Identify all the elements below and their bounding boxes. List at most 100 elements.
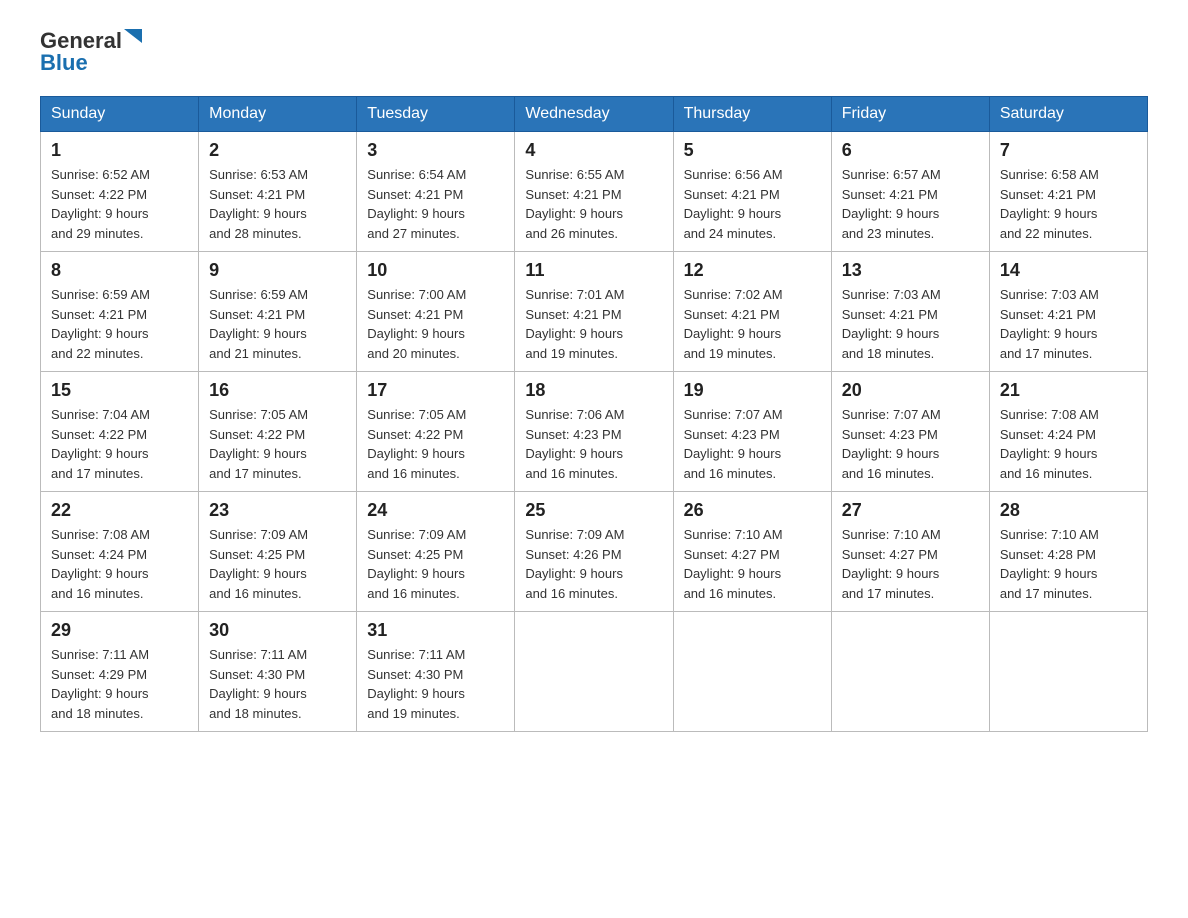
- empty-cell: [831, 612, 989, 732]
- day-info: Sunrise: 7:00 AMSunset: 4:21 PMDaylight:…: [367, 285, 504, 363]
- day-cell-29: 29 Sunrise: 7:11 AMSunset: 4:29 PMDayligh…: [41, 612, 199, 732]
- day-number: 1: [51, 140, 188, 161]
- day-info: Sunrise: 6:59 AMSunset: 4:21 PMDaylight:…: [209, 285, 346, 363]
- day-info: Sunrise: 7:07 AMSunset: 4:23 PMDaylight:…: [842, 405, 979, 483]
- day-cell-31: 31 Sunrise: 7:11 AMSunset: 4:30 PMDayligh…: [357, 612, 515, 732]
- day-cell-7: 7 Sunrise: 6:58 AMSunset: 4:21 PMDaylight…: [989, 132, 1147, 252]
- day-header-monday: Monday: [199, 97, 357, 132]
- day-info: Sunrise: 7:10 AMSunset: 4:27 PMDaylight:…: [684, 525, 821, 603]
- day-number: 28: [1000, 500, 1137, 521]
- day-number: 4: [525, 140, 662, 161]
- day-info: Sunrise: 7:06 AMSunset: 4:23 PMDaylight:…: [525, 405, 662, 483]
- day-number: 26: [684, 500, 821, 521]
- empty-cell: [989, 612, 1147, 732]
- day-number: 17: [367, 380, 504, 401]
- day-number: 18: [525, 380, 662, 401]
- logo-general: General: [40, 30, 122, 52]
- day-number: 10: [367, 260, 504, 281]
- day-info: Sunrise: 6:55 AMSunset: 4:21 PMDaylight:…: [525, 165, 662, 243]
- days-header-row: SundayMondayTuesdayWednesdayThursdayFrid…: [41, 97, 1148, 132]
- day-number: 14: [1000, 260, 1137, 281]
- day-number: 25: [525, 500, 662, 521]
- day-info: Sunrise: 7:09 AMSunset: 4:25 PMDaylight:…: [209, 525, 346, 603]
- day-cell-25: 25 Sunrise: 7:09 AMSunset: 4:26 PMDayligh…: [515, 492, 673, 612]
- day-number: 13: [842, 260, 979, 281]
- day-cell-1: 1 Sunrise: 6:52 AMSunset: 4:22 PMDaylight…: [41, 132, 199, 252]
- day-number: 29: [51, 620, 188, 641]
- day-number: 9: [209, 260, 346, 281]
- day-info: Sunrise: 7:05 AMSunset: 4:22 PMDaylight:…: [367, 405, 504, 483]
- day-info: Sunrise: 7:11 AMSunset: 4:30 PMDaylight:…: [367, 645, 504, 723]
- day-cell-9: 9 Sunrise: 6:59 AMSunset: 4:21 PMDaylight…: [199, 252, 357, 372]
- day-header-thursday: Thursday: [673, 97, 831, 132]
- logo: General Blue: [40, 30, 142, 76]
- day-info: Sunrise: 6:56 AMSunset: 4:21 PMDaylight:…: [684, 165, 821, 243]
- day-header-wednesday: Wednesday: [515, 97, 673, 132]
- day-header-friday: Friday: [831, 97, 989, 132]
- day-number: 5: [684, 140, 821, 161]
- day-number: 6: [842, 140, 979, 161]
- day-number: 2: [209, 140, 346, 161]
- day-info: Sunrise: 7:11 AMSunset: 4:30 PMDaylight:…: [209, 645, 346, 723]
- day-number: 7: [1000, 140, 1137, 161]
- day-info: Sunrise: 7:11 AMSunset: 4:29 PMDaylight:…: [51, 645, 188, 723]
- day-cell-5: 5 Sunrise: 6:56 AMSunset: 4:21 PMDaylight…: [673, 132, 831, 252]
- day-info: Sunrise: 6:59 AMSunset: 4:21 PMDaylight:…: [51, 285, 188, 363]
- day-cell-27: 27Sunrise: 7:10 AMSunset: 4:27 PMDayligh…: [831, 492, 989, 612]
- day-cell-30: 30 Sunrise: 7:11 AMSunset: 4:30 PMDayligh…: [199, 612, 357, 732]
- day-cell-18: 18 Sunrise: 7:06 AMSunset: 4:23 PMDayligh…: [515, 372, 673, 492]
- day-number: 3: [367, 140, 504, 161]
- day-number: 24: [367, 500, 504, 521]
- day-info: Sunrise: 6:58 AMSunset: 4:21 PMDaylight:…: [1000, 165, 1137, 243]
- day-cell-20: 20Sunrise: 7:07 AMSunset: 4:23 PMDayligh…: [831, 372, 989, 492]
- day-number: 19: [684, 380, 821, 401]
- page-header: General Blue: [40, 30, 1148, 76]
- day-number: 16: [209, 380, 346, 401]
- day-cell-2: 2 Sunrise: 6:53 AMSunset: 4:21 PMDaylight…: [199, 132, 357, 252]
- day-header-saturday: Saturday: [989, 97, 1147, 132]
- day-cell-8: 8 Sunrise: 6:59 AMSunset: 4:21 PMDaylight…: [41, 252, 199, 372]
- day-info: Sunrise: 7:05 AMSunset: 4:22 PMDaylight:…: [209, 405, 346, 483]
- logo-arrow-icon: [124, 29, 142, 49]
- logo-blue: Blue: [40, 50, 88, 76]
- day-cell-3: 3Sunrise: 6:54 AMSunset: 4:21 PMDaylight…: [357, 132, 515, 252]
- day-info: Sunrise: 7:10 AMSunset: 4:28 PMDaylight:…: [1000, 525, 1137, 603]
- day-cell-14: 14 Sunrise: 7:03 AMSunset: 4:21 PMDayligh…: [989, 252, 1147, 372]
- day-number: 15: [51, 380, 188, 401]
- day-info: Sunrise: 7:08 AMSunset: 4:24 PMDaylight:…: [51, 525, 188, 603]
- day-cell-23: 23Sunrise: 7:09 AMSunset: 4:25 PMDayligh…: [199, 492, 357, 612]
- day-cell-22: 22 Sunrise: 7:08 AMSunset: 4:24 PMDayligh…: [41, 492, 199, 612]
- day-number: 8: [51, 260, 188, 281]
- day-cell-12: 12Sunrise: 7:02 AMSunset: 4:21 PMDayligh…: [673, 252, 831, 372]
- day-cell-21: 21Sunrise: 7:08 AMSunset: 4:24 PMDayligh…: [989, 372, 1147, 492]
- day-info: Sunrise: 6:52 AMSunset: 4:22 PMDaylight:…: [51, 165, 188, 243]
- day-number: 11: [525, 260, 662, 281]
- calendar-table: SundayMondayTuesdayWednesdayThursdayFrid…: [40, 96, 1148, 732]
- week-row-4: 22 Sunrise: 7:08 AMSunset: 4:24 PMDayligh…: [41, 492, 1148, 612]
- day-cell-15: 15 Sunrise: 7:04 AMSunset: 4:22 PMDayligh…: [41, 372, 199, 492]
- day-cell-6: 6 Sunrise: 6:57 AMSunset: 4:21 PMDaylight…: [831, 132, 989, 252]
- day-info: Sunrise: 6:57 AMSunset: 4:21 PMDaylight:…: [842, 165, 979, 243]
- day-cell-11: 11Sunrise: 7:01 AMSunset: 4:21 PMDayligh…: [515, 252, 673, 372]
- day-number: 21: [1000, 380, 1137, 401]
- day-number: 22: [51, 500, 188, 521]
- day-info: Sunrise: 7:04 AMSunset: 4:22 PMDaylight:…: [51, 405, 188, 483]
- day-cell-10: 10 Sunrise: 7:00 AMSunset: 4:21 PMDayligh…: [357, 252, 515, 372]
- day-cell-4: 4 Sunrise: 6:55 AMSunset: 4:21 PMDaylight…: [515, 132, 673, 252]
- day-cell-17: 17 Sunrise: 7:05 AMSunset: 4:22 PMDayligh…: [357, 372, 515, 492]
- day-number: 30: [209, 620, 346, 641]
- week-row-5: 29 Sunrise: 7:11 AMSunset: 4:29 PMDayligh…: [41, 612, 1148, 732]
- day-info: Sunrise: 7:03 AMSunset: 4:21 PMDaylight:…: [1000, 285, 1137, 363]
- empty-cell: [673, 612, 831, 732]
- day-number: 31: [367, 620, 504, 641]
- day-info: Sunrise: 7:03 AMSunset: 4:21 PMDaylight:…: [842, 285, 979, 363]
- day-cell-13: 13 Sunrise: 7:03 AMSunset: 4:21 PMDayligh…: [831, 252, 989, 372]
- day-info: Sunrise: 7:09 AMSunset: 4:26 PMDaylight:…: [525, 525, 662, 603]
- day-cell-16: 16 Sunrise: 7:05 AMSunset: 4:22 PMDayligh…: [199, 372, 357, 492]
- day-cell-19: 19Sunrise: 7:07 AMSunset: 4:23 PMDayligh…: [673, 372, 831, 492]
- week-row-2: 8 Sunrise: 6:59 AMSunset: 4:21 PMDaylight…: [41, 252, 1148, 372]
- day-info: Sunrise: 6:53 AMSunset: 4:21 PMDaylight:…: [209, 165, 346, 243]
- day-header-sunday: Sunday: [41, 97, 199, 132]
- day-cell-24: 24Sunrise: 7:09 AMSunset: 4:25 PMDayligh…: [357, 492, 515, 612]
- empty-cell: [515, 612, 673, 732]
